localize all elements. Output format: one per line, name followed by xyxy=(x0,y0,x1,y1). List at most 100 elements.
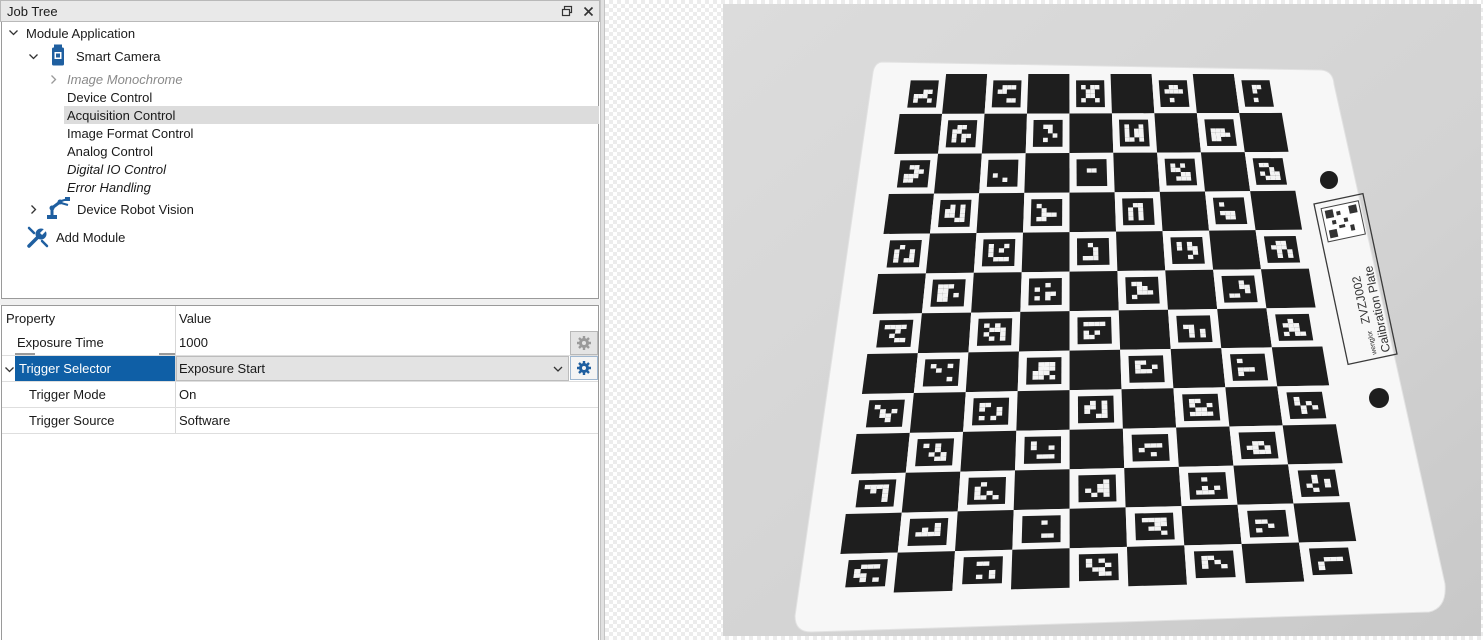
tree-item-image-monochrome[interactable]: Image Monochrome xyxy=(67,70,183,88)
marker-bit xyxy=(859,577,867,583)
marker-bit xyxy=(1134,360,1141,365)
marker-bit xyxy=(1049,361,1056,367)
marker-bit xyxy=(1192,250,1199,255)
property-row-trigger-mode[interactable]: Trigger Mode On xyxy=(2,382,598,408)
column-resize-handle[interactable] xyxy=(159,353,175,355)
marker-bit xyxy=(1275,175,1281,180)
marker-bit xyxy=(1138,128,1144,133)
marker-bit xyxy=(853,573,861,578)
marker-bit xyxy=(872,577,879,582)
aruco-marker xyxy=(1076,159,1108,187)
marker-bit xyxy=(993,257,999,262)
marker-bit xyxy=(1047,533,1054,538)
gear-icon[interactable] xyxy=(570,356,598,380)
checker-square-black xyxy=(1239,112,1289,153)
checker-square-black xyxy=(1069,113,1114,154)
marker-bit xyxy=(1138,211,1144,217)
marker-bit xyxy=(1201,564,1209,569)
tree-item-digital-io-control[interactable]: Digital IO Control xyxy=(67,160,166,178)
marker-bit xyxy=(1041,533,1048,538)
marker-bit xyxy=(1244,288,1251,294)
chevron-down-icon xyxy=(552,363,564,375)
tree-item-module-application[interactable]: Module Application xyxy=(26,24,135,42)
trigger-selector-dropdown[interactable]: Exposure Start xyxy=(176,356,569,381)
marker-bit xyxy=(908,173,914,179)
marker-bit xyxy=(1093,251,1099,256)
marker-bit xyxy=(961,133,967,139)
marker-bit xyxy=(1182,324,1189,330)
marker-bit xyxy=(921,527,929,533)
checker-square-black xyxy=(917,312,972,354)
chevron-down-icon[interactable] xyxy=(3,363,15,375)
tree-item-label: Device Robot Vision xyxy=(77,201,194,217)
tree-item-error-handling[interactable]: Error Handling xyxy=(67,178,151,196)
marker-bit xyxy=(997,89,1003,94)
marker-bit xyxy=(1052,133,1058,138)
restore-window-icon[interactable] xyxy=(559,3,575,19)
marker-bit xyxy=(1220,132,1226,137)
marker-bit xyxy=(978,415,985,421)
marker-bit xyxy=(1195,407,1202,412)
checker-square-black xyxy=(861,353,918,394)
close-panel-icon[interactable] xyxy=(580,3,596,19)
marker-bit xyxy=(1188,328,1195,334)
property-row-exposure-time[interactable]: Exposure Time 1000 xyxy=(2,330,598,356)
marker-bit xyxy=(1208,490,1215,495)
value-column-header[interactable]: Value xyxy=(179,306,211,331)
property-column-header[interactable]: Property xyxy=(6,306,55,331)
marker-bit xyxy=(1090,85,1095,90)
camera-image[interactable]: wenglor ZVZJ002 Calibration Plate xyxy=(723,4,1481,636)
marker-bit xyxy=(1002,177,1008,182)
marker-bit xyxy=(1095,98,1100,103)
marker-bit xyxy=(1207,555,1215,561)
marker-bit xyxy=(956,129,962,134)
property-value[interactable]: Software xyxy=(179,408,230,433)
marker-bit xyxy=(1225,132,1231,137)
marker-bit xyxy=(1099,321,1106,327)
marker-bit xyxy=(1189,333,1196,338)
marker-bit xyxy=(1287,323,1295,328)
tree-item-smart-camera[interactable]: Smart Camera xyxy=(76,47,161,65)
tree-item-device-robot-vision[interactable]: Device Robot Vision xyxy=(77,200,194,218)
marker-bit xyxy=(903,173,909,179)
marker-bit xyxy=(1095,413,1102,419)
marker-bit xyxy=(1168,84,1174,90)
aruco-marker xyxy=(1193,550,1236,579)
marker-bit xyxy=(934,527,941,532)
marker-bit xyxy=(1147,517,1155,523)
marker-bit xyxy=(1048,445,1055,450)
tree-item-analog-control[interactable]: Analog Control xyxy=(67,142,153,160)
marker-bit xyxy=(1259,171,1266,176)
tree-item-image-format-control[interactable]: Image Format Control xyxy=(67,124,193,142)
marker-bit xyxy=(1124,128,1130,134)
tree-item-device-control[interactable]: Device Control xyxy=(67,88,152,106)
chevron-down-icon[interactable] xyxy=(7,26,19,38)
property-row-trigger-source[interactable]: Trigger Source Software xyxy=(2,408,598,434)
gear-icon[interactable] xyxy=(570,331,598,355)
marker-bit xyxy=(1091,492,1098,498)
marker-bit xyxy=(913,93,919,99)
marker-bit xyxy=(893,253,900,259)
marker-bit xyxy=(918,93,924,99)
property-value[interactable]: On xyxy=(179,382,196,407)
marker-bit xyxy=(961,124,968,130)
marker-bit xyxy=(950,204,956,210)
checker-square-black xyxy=(1271,346,1330,387)
marker-bit xyxy=(1257,441,1265,446)
image-viewer[interactable]: wenglor ZVZJ002 Calibration Plate xyxy=(605,0,1483,640)
chevron-right-icon[interactable] xyxy=(47,73,59,85)
add-module-button[interactable]: Add Module xyxy=(56,228,125,246)
tree-item-acquisition-control[interactable]: Acquisition Control xyxy=(67,106,175,124)
property-value[interactable]: 1000 xyxy=(179,330,208,355)
chevron-down-icon[interactable] xyxy=(27,50,39,62)
column-resize-handle[interactable] xyxy=(15,353,35,355)
marker-bit xyxy=(944,213,950,218)
job-tree: Module Application Smart Camera Image Mo… xyxy=(1,22,599,299)
marker-bit xyxy=(1237,367,1244,372)
marker-bit xyxy=(1133,128,1139,134)
marker-bit xyxy=(1136,281,1143,287)
chevron-right-icon[interactable] xyxy=(27,203,39,215)
property-row-trigger-selector[interactable]: Trigger Selector Exposure Start xyxy=(2,356,598,382)
qr-code-icon xyxy=(1320,200,1366,243)
aruco-marker xyxy=(962,556,1003,585)
